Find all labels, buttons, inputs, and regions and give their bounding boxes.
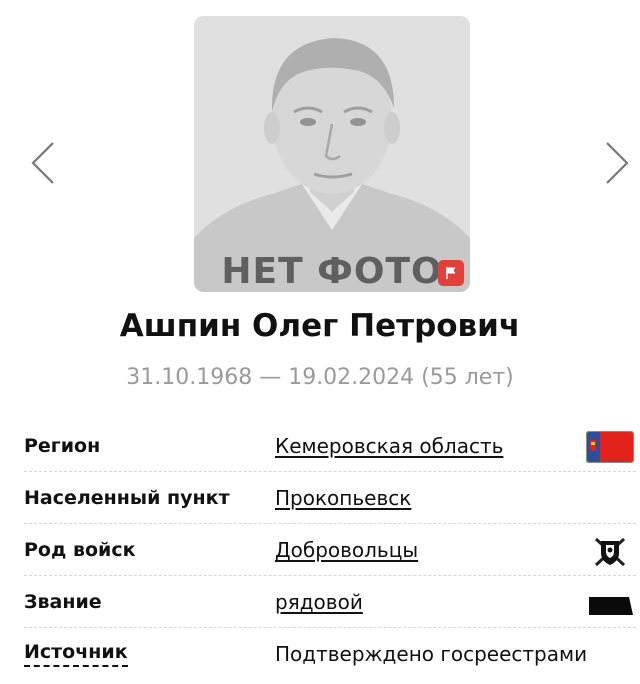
rank-insignia-icon (589, 597, 633, 615)
no-photo-caption: НЕТ ФОТО (221, 251, 443, 292)
detail-label: Звание (24, 591, 102, 613)
flag-icon (446, 267, 456, 279)
detail-row-settlement: Населенный пункт Прокопьевск (24, 472, 636, 524)
life-dates: 31.10.1968 — 19.02.2024 (55 лет) (126, 365, 514, 390)
source-tooltip-label[interactable]: Источник (24, 643, 128, 667)
source-value: Подтверждено госреестрами (275, 642, 588, 666)
detail-row-branch: Род войск Добровольцы (24, 524, 636, 576)
volunteers-emblem-icon (594, 537, 626, 567)
region-link[interactable]: Кемеровская область (275, 420, 503, 472)
detail-label: Род войск (24, 539, 136, 561)
detail-row-source: Источник Подтверждено госреестрами (24, 628, 636, 680)
person-photo-placeholder: НЕТ ФОТО (194, 16, 470, 292)
detail-row-region: Регион Кемеровская область (24, 420, 636, 472)
person-name: Ашпин Олег Петрович (119, 308, 521, 344)
branch-link[interactable]: Добровольцы (275, 524, 418, 576)
report-flag-button[interactable] (438, 260, 464, 286)
settlement-link[interactable]: Прокопьевск (275, 472, 411, 524)
detail-label: Населенный пункт (24, 487, 230, 509)
next-arrow-icon[interactable] (602, 140, 632, 186)
detail-row-rank: Звание рядовой (24, 576, 636, 628)
detail-label: Регион (24, 435, 101, 457)
rank-link[interactable]: рядовой (275, 576, 363, 628)
previous-arrow-icon[interactable] (28, 140, 58, 186)
kemerovo-region-flag-icon (586, 431, 634, 463)
